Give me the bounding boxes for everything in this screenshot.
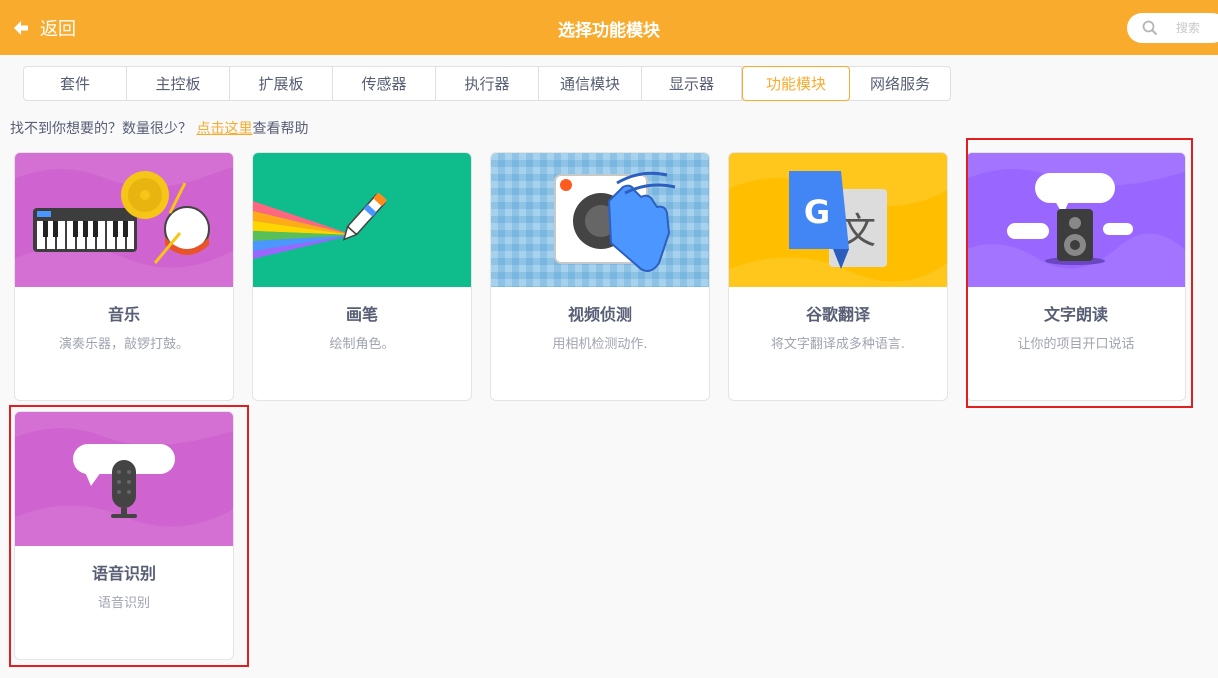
- tab-communication[interactable]: 通信模块: [539, 67, 642, 100]
- top-bar: 返回 选择功能模块: [0, 0, 1218, 55]
- card-title: 谷歌翻译: [805, 305, 870, 324]
- extension-card-pen[interactable]: 画笔 绘制角色。: [252, 152, 472, 401]
- music-image: [15, 153, 233, 287]
- pen-image: [253, 153, 471, 287]
- text-to-speech-image: [967, 153, 1185, 287]
- tab-kits[interactable]: 套件: [24, 67, 127, 100]
- translate-icon: 文 G: [729, 153, 947, 287]
- tab-sensors[interactable]: 传感器: [333, 67, 436, 100]
- help-prefix: 找不到你想要的？数量很少？: [10, 121, 197, 137]
- tab-network-services[interactable]: 网络服务: [850, 67, 950, 100]
- tab-main-board[interactable]: 主控板: [127, 67, 230, 100]
- tab-function-modules[interactable]: 功能模块: [742, 66, 850, 101]
- help-suffix: 查看帮助: [252, 121, 309, 137]
- card-description: 将文字翻译成多种语言.: [770, 337, 906, 352]
- tab-expansion-board[interactable]: 扩展板: [230, 67, 333, 100]
- tab-displays[interactable]: 显示器: [642, 67, 742, 100]
- extension-card-music[interactable]: 音乐 演奏乐器，敲锣打鼓。: [14, 152, 234, 401]
- card-description: 让你的项目开口说话: [1017, 337, 1135, 352]
- search-box[interactable]: [1127, 13, 1218, 43]
- extension-card-speech-recognition[interactable]: 语音识别 语音识别: [14, 411, 234, 660]
- card-title: 语音识别: [91, 564, 156, 583]
- translate-image: 文 G: [729, 153, 947, 287]
- help-link[interactable]: 点击这里: [196, 121, 252, 137]
- extension-card-translate[interactable]: 文 G 谷歌翻译 将文字翻译成多种语言.: [728, 152, 948, 401]
- card-title: 音乐: [107, 305, 140, 324]
- extension-card-text-to-speech[interactable]: 文字朗读 让你的项目开口说话: [966, 152, 1186, 401]
- card-description: 演奏乐器，敲锣打鼓。: [58, 337, 189, 352]
- svg-text:G: G: [804, 193, 830, 231]
- search-icon: [1142, 20, 1158, 36]
- video-sensing-icon: [491, 153, 709, 287]
- card-description: 用相机检测动作.: [552, 337, 648, 352]
- extension-card-video-sensing[interactable]: 视频侦测 用相机检测动作.: [490, 152, 710, 401]
- music-icon: [15, 153, 233, 287]
- page-title: 选择功能模块: [558, 21, 660, 41]
- search-input[interactable]: [1176, 21, 1218, 35]
- speech-recognition-image: [15, 412, 233, 546]
- card-title: 画笔: [345, 305, 378, 324]
- help-text: 找不到你想要的？数量很少？ 点击这里查看帮助: [10, 118, 308, 138]
- text-to-speech-icon: [967, 153, 1185, 287]
- category-tabs: 套件 主控板 扩展板 传感器 执行器 通信模块 显示器 功能模块 网络服务: [23, 66, 951, 101]
- card-title: 文字朗读: [1043, 305, 1108, 324]
- pen-icon: [253, 153, 471, 287]
- card-description: 绘制角色。: [329, 337, 395, 352]
- card-description: 语音识别: [97, 596, 150, 611]
- card-title: 视频侦测: [567, 305, 632, 324]
- video-sensing-image: [491, 153, 709, 287]
- tab-actuators[interactable]: 执行器: [436, 67, 539, 100]
- speech-recognition-icon: [15, 412, 233, 546]
